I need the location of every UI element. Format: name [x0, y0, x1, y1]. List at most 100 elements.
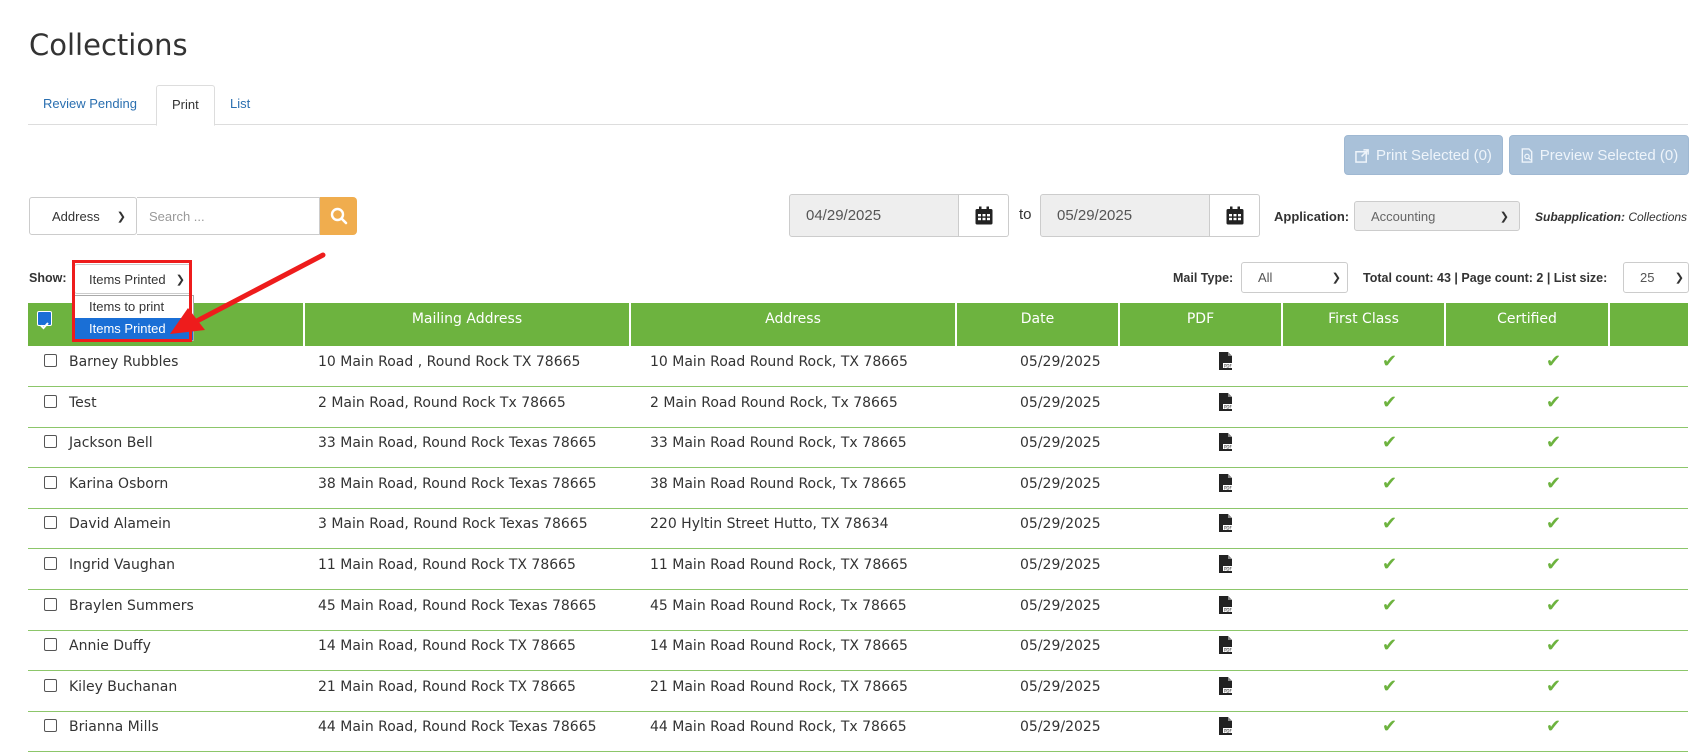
application-label: Application: — [1274, 209, 1350, 224]
chevron-down-icon: ❯ — [1499, 210, 1509, 223]
list-size-value: 25 — [1640, 270, 1655, 285]
row-checkbox[interactable] — [44, 557, 57, 570]
row-date: 05/29/2025 — [1020, 557, 1101, 573]
table-row: Brianna Mills 44 Main Road, Round Rock Te… — [28, 711, 1688, 752]
column-date[interactable]: Date — [957, 303, 1120, 346]
search-button[interactable] — [320, 197, 357, 235]
row-mailing-address: 3 Main Road, Round Rock Texas 78665 — [318, 516, 588, 533]
table-row: Braylen Summers 45 Main Road, Round Rock … — [28, 590, 1688, 631]
count-summary: Total count: 43 | Page count: 2 | List s… — [1363, 271, 1608, 285]
chevron-down-icon: ❯ — [116, 210, 126, 223]
tab-print[interactable]: Print — [156, 85, 215, 126]
row-name: Ingrid Vaughan — [69, 557, 176, 573]
date-to-calendar-button[interactable] — [1210, 194, 1260, 237]
table-row: Kiley Buchanan 21 Main Road, Round Rock T… — [28, 671, 1688, 712]
search-input[interactable]: Search ... — [137, 197, 320, 235]
certified-check-icon: ✔ — [1546, 594, 1562, 615]
pdf-icon[interactable]: PDF — [1218, 555, 1234, 573]
preview-selected-label: Preview Selected (0) — [1539, 146, 1679, 164]
search-icon — [330, 207, 347, 225]
first-class-check-icon: ✔ — [1382, 594, 1398, 615]
row-checkbox[interactable] — [44, 719, 57, 733]
row-checkbox[interactable] — [44, 435, 57, 449]
column-first-class[interactable]: First Class — [1283, 303, 1446, 346]
svg-text:PDF: PDF — [1224, 567, 1232, 572]
row-checkbox[interactable] — [44, 678, 57, 692]
print-selected-button[interactable]: Print Selected (0) — [1344, 135, 1503, 175]
application-select[interactable]: Accounting ❯ — [1354, 201, 1520, 231]
row-name: Karina Osborn — [69, 475, 169, 492]
pdf-icon[interactable]: PDF — [1218, 433, 1234, 452]
date-from-field[interactable]: 04/29/2025 — [789, 194, 959, 237]
column-pdf[interactable]: PDF — [1120, 303, 1283, 346]
pdf-icon[interactable]: PDF — [1218, 352, 1234, 370]
row-mailing-address: 2 Main Road, Round Rock Tx 78665 — [318, 394, 566, 411]
show-label: Show: — [29, 271, 67, 285]
row-name: Annie Duffy — [69, 638, 151, 655]
svg-text:PDF: PDF — [1224, 526, 1232, 531]
table-row: Ingrid Vaughan 11 Main Road, Round Rock T… — [28, 549, 1688, 590]
mail-type-label: Mail Type: — [1173, 271, 1234, 285]
row-address: 45 Main Road Round Rock, Tx 78665 — [650, 597, 907, 614]
mail-type-select[interactable]: All ❯ — [1241, 262, 1348, 293]
svg-text:PDF: PDF — [1224, 445, 1232, 450]
row-name: Test — [69, 394, 97, 411]
certified-check-icon: ✔ — [1546, 391, 1562, 412]
first-class-check-icon: ✔ — [1382, 391, 1398, 412]
certified-check-icon: ✔ — [1546, 351, 1562, 371]
row-checkbox[interactable] — [44, 394, 57, 408]
pdf-icon[interactable]: PDF — [1218, 392, 1234, 411]
table-row: David Alamein 3 Main Road, Round Rock Tex… — [28, 508, 1688, 550]
search-field-select[interactable]: Address ❯ — [29, 197, 137, 235]
column-mailing-address[interactable]: Mailing Address — [305, 303, 631, 346]
preview-selected-button[interactable]: Preview Selected (0) — [1509, 135, 1689, 175]
row-name: Jackson Bell — [69, 435, 153, 452]
select-all-checkbox[interactable] — [37, 311, 52, 330]
subapplication: Subapplication: Collections — [1535, 210, 1687, 224]
column-address[interactable]: Address — [631, 303, 957, 346]
row-address: 33 Main Road Round Rock, Tx 78665 — [650, 435, 907, 452]
svg-text:PDF: PDF — [1224, 404, 1232, 409]
row-date: 05/29/2025 — [1020, 475, 1101, 492]
table-row: Annie Duffy 14 Main Road, Round Rock TX 7… — [28, 630, 1688, 672]
pdf-icon[interactable]: PDF — [1218, 595, 1234, 614]
calendar-icon — [1226, 206, 1243, 224]
row-mailing-address: 10 Main Road , Round Rock TX 78665 — [318, 354, 581, 370]
svg-text:PDF: PDF — [1224, 688, 1232, 693]
table-row: Karina Osborn 38 Main Road, Round Rock Te… — [28, 468, 1688, 509]
row-checkbox[interactable] — [44, 354, 57, 367]
row-mailing-address: 14 Main Road, Round Rock TX 78665 — [318, 638, 576, 655]
table-row: Test 2 Main Road, Round Rock Tx 78665 2 Ma… — [28, 387, 1688, 428]
first-class-check-icon: ✔ — [1382, 472, 1398, 493]
subapplication-label: Subapplication: — [1535, 210, 1625, 224]
date-from-calendar-button[interactable] — [959, 194, 1009, 237]
row-address: 21 Main Road Round Rock, TX 78665 — [650, 678, 908, 695]
row-date: 05/29/2025 — [1020, 678, 1101, 695]
row-checkbox[interactable] — [44, 475, 57, 489]
pdf-icon[interactable]: PDF — [1218, 636, 1234, 655]
first-class-check-icon: ✔ — [1382, 351, 1398, 371]
list-size-select[interactable]: 25 ❯ — [1623, 262, 1689, 293]
tab-bar: Review Pending Print List — [28, 85, 1688, 126]
svg-text:PDF: PDF — [1224, 364, 1232, 369]
pdf-icon[interactable]: PDF — [1218, 514, 1234, 533]
column-certified[interactable]: Certified — [1446, 303, 1610, 346]
pdf-icon[interactable]: PDF — [1218, 676, 1234, 695]
calendar-icon — [975, 206, 992, 224]
share-icon — [1355, 148, 1369, 163]
svg-text:PDF: PDF — [1224, 648, 1232, 653]
row-name: Barney Rubbles — [69, 354, 179, 370]
row-mailing-address: 21 Main Road, Round Rock TX 78665 — [318, 678, 576, 695]
tab-review-pending[interactable]: Review Pending — [28, 85, 152, 123]
row-mailing-address: 11 Main Road, Round Rock TX 78665 — [318, 557, 576, 573]
tab-list[interactable]: List — [215, 85, 265, 123]
row-address: 220 Hyltin Street Hutto, TX 78634 — [650, 516, 889, 533]
row-checkbox[interactable] — [44, 638, 57, 652]
svg-text:PDF: PDF — [1224, 485, 1232, 490]
row-address: 2 Main Road Round Rock, Tx 78665 — [650, 394, 898, 411]
pdf-icon[interactable]: PDF — [1218, 473, 1234, 492]
first-class-check-icon: ✔ — [1382, 513, 1398, 534]
row-checkbox[interactable] — [44, 597, 57, 611]
row-checkbox[interactable] — [44, 516, 57, 530]
date-to-field[interactable]: 05/29/2025 — [1040, 194, 1210, 237]
